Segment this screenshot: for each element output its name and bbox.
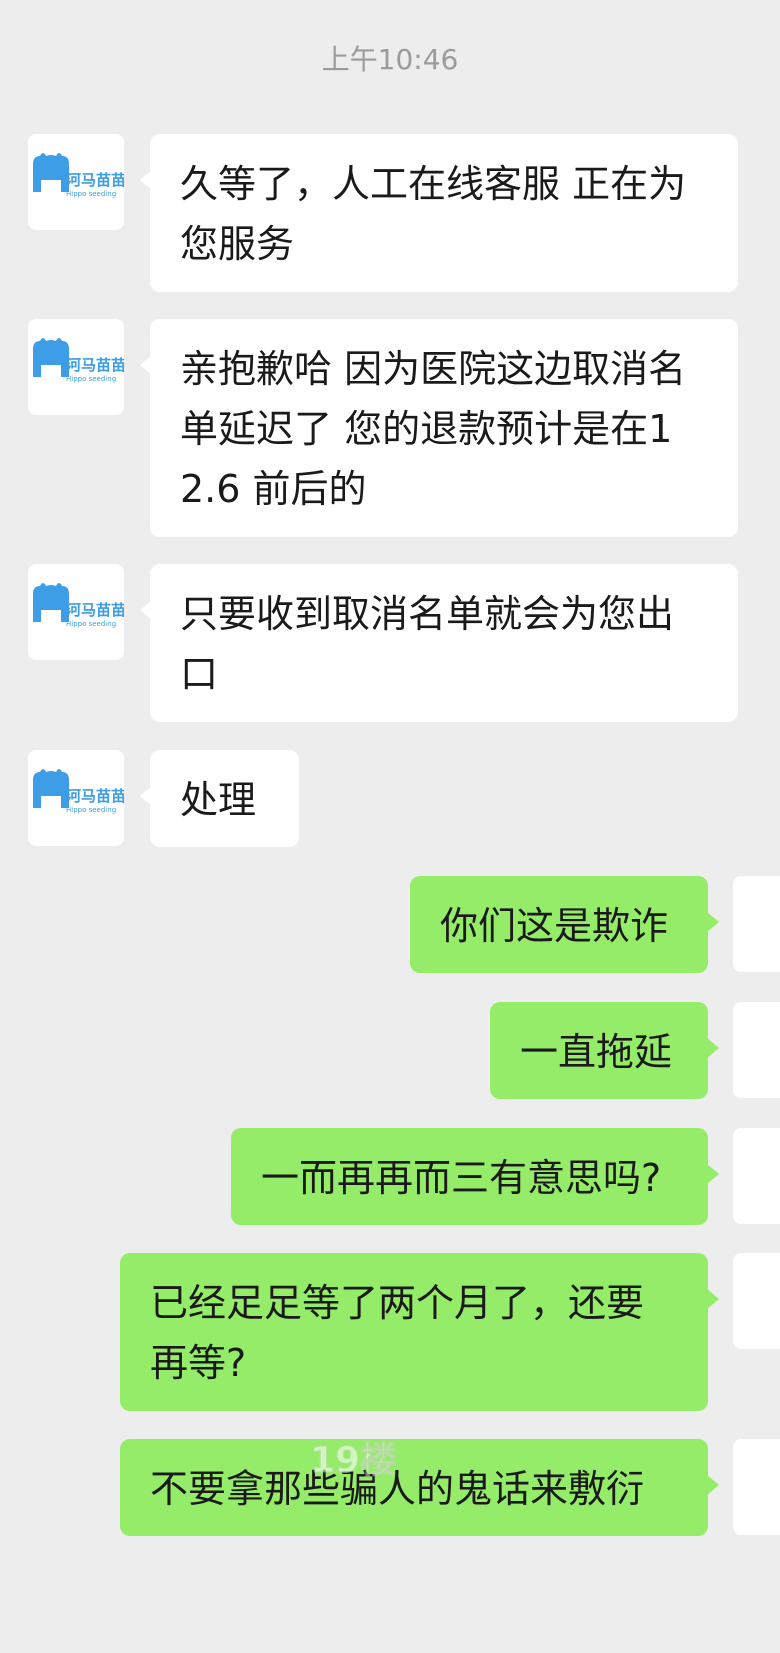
incoming-message-bubble[interactable]: 处理 [140,750,299,847]
chat-title-cut [0,0,780,14]
incoming-message-bubble[interactable]: 久等了，人工在线客服 正在为您服务 [140,134,738,292]
hippo-logo-icon: 河马苗苗 Hippo seeding [33,583,124,628]
brand-en-text: Hippo seeding [66,806,116,814]
contact-avatar[interactable]: 河马苗苗 Hippo seeding [28,134,124,230]
my-avatar[interactable] [733,1002,780,1098]
my-avatar[interactable] [733,1439,780,1535]
incoming-message-bubble[interactable]: 亲抱歉哈 因为医院这边取消名单延迟了 您的退款预计是在12.6 前后的 [140,319,738,537]
contact-avatar[interactable]: 河马苗苗 Hippo seeding [28,750,124,846]
message-row: 你们这是欺诈 [0,876,780,973]
contact-avatar[interactable]: 河马苗苗 Hippo seeding [28,319,124,415]
message-row: 河马苗苗 Hippo seeding 只要收到取消名单就会为您出口 [0,564,780,722]
brand-en-text: Hippo seeding [66,190,116,198]
outgoing-message-bubble[interactable]: 你们这是欺诈 [410,876,719,973]
brand-cn-text: 河马苗苗 [66,171,124,189]
outgoing-message-bubble[interactable]: 已经足足等了两个月了，还要再等? [120,1253,719,1411]
brand-en-text: Hippo seeding [66,620,116,628]
message-row: 已经足足等了两个月了，还要再等? [0,1253,780,1411]
brand-cn-text: 河马苗苗 [66,601,124,619]
message-row: 不要拿那些骗人的鬼话来敷衍 [0,1439,780,1536]
my-avatar[interactable] [733,876,780,972]
brand-cn-text: 河马苗苗 [66,787,124,805]
message-row: 河马苗苗 Hippo seeding 久等了，人工在线客服 正在为您服务 [0,134,780,292]
outgoing-message-bubble[interactable]: 不要拿那些骗人的鬼话来敷衍 [120,1439,719,1536]
message-row: 河马苗苗 Hippo seeding 亲抱歉哈 因为医院这边取消名单延迟了 您的… [0,319,780,537]
contact-avatar[interactable]: 河马苗苗 Hippo seeding [28,564,124,660]
my-avatar[interactable] [733,1128,780,1224]
message-row: 河马苗苗 Hippo seeding 处理 [0,750,780,847]
brand-cn-text: 河马苗苗 [66,356,124,374]
incoming-message-bubble[interactable]: 只要收到取消名单就会为您出口 [140,564,738,722]
outgoing-message-bubble[interactable]: 一直拖延 [490,1002,719,1099]
outgoing-message-bubble[interactable]: 一而再再而三有意思吗? [231,1128,719,1225]
message-row: 一直拖延 [0,1002,780,1099]
hippo-logo-icon: 河马苗苗 Hippo seeding [33,769,124,814]
hippo-logo-icon: 河马苗苗 Hippo seeding [33,338,124,383]
my-avatar[interactable] [733,1253,780,1349]
timestamp: 上午10:46 [321,43,459,76]
message-row: 一而再再而三有意思吗? [0,1128,780,1225]
hippo-logo-icon: 河马苗苗 Hippo seeding [33,153,124,198]
brand-en-text: Hippo seeding [66,375,116,383]
